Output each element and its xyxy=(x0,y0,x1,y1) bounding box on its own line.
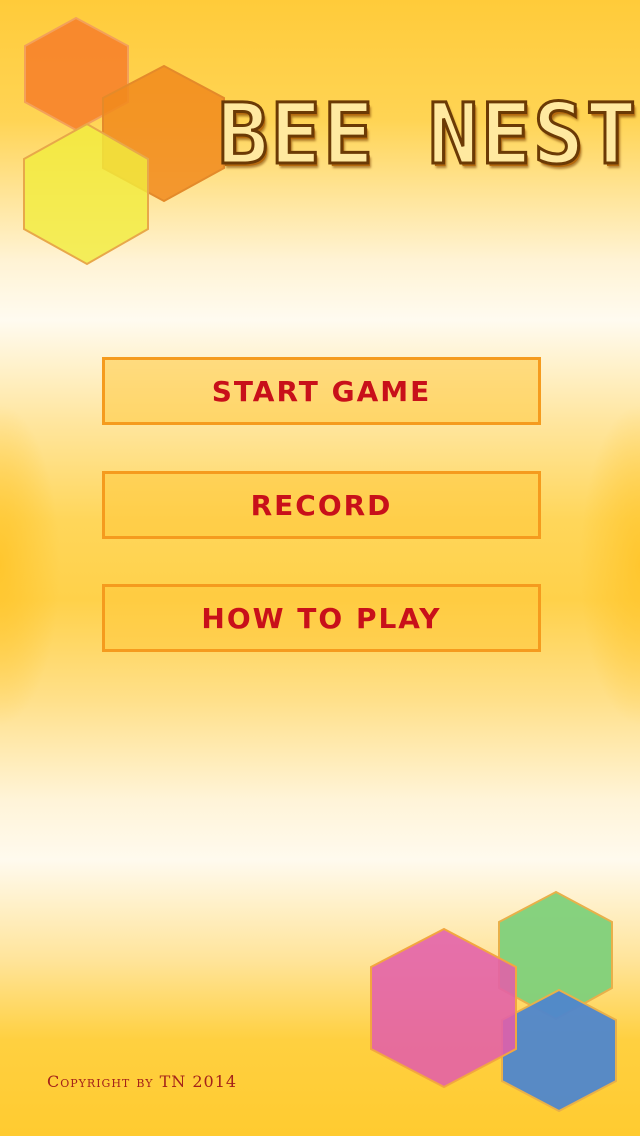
start-game-button[interactable]: START GAME xyxy=(102,357,541,425)
game-title: BEE NEST xyxy=(216,84,639,185)
hexagon-blue xyxy=(501,988,617,1113)
how-to-play-label: HOW TO PLAY xyxy=(201,601,442,635)
hexagon-magenta xyxy=(370,927,517,1089)
start-game-label: START GAME xyxy=(211,374,432,408)
record-label: RECORD xyxy=(250,488,393,522)
record-button[interactable]: RECORD xyxy=(102,471,541,539)
copyright-text: Copyright by TN 2014 xyxy=(47,1072,238,1091)
how-to-play-button[interactable]: HOW TO PLAY xyxy=(102,584,541,652)
